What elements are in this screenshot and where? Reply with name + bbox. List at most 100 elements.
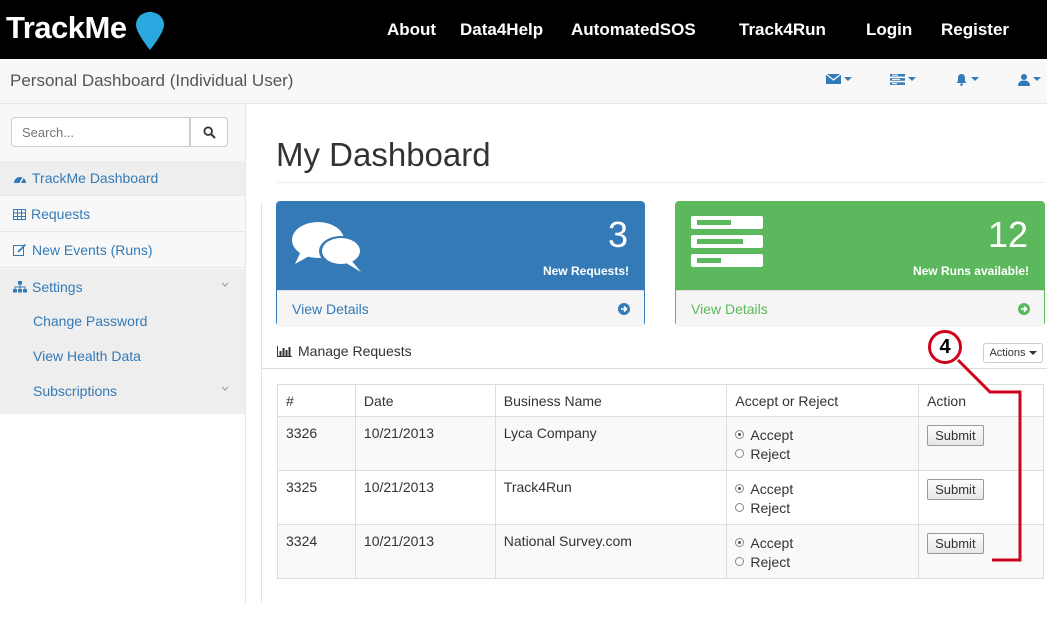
sitemap-icon	[13, 280, 27, 292]
nav-data4help[interactable]: Data4Help	[460, 20, 543, 40]
cell-business: National Survey.com	[494, 524, 728, 579]
radio-unchecked-icon	[735, 503, 745, 512]
cell-action: Submit	[918, 524, 1044, 579]
column-header-action: Action	[918, 384, 1044, 417]
cell-date: 10/21/2013	[354, 524, 496, 579]
tasks-icon	[890, 73, 905, 85]
accept-radio[interactable]: Accept	[735, 425, 910, 444]
runs-panel-heading: 12 New Runs available!	[676, 202, 1044, 290]
cell-business: Track4Run	[494, 470, 728, 525]
sidebar-item-view-health-data[interactable]: View Health Data	[33, 348, 141, 364]
comments-icon	[292, 222, 363, 272]
user-dropdown[interactable]	[1018, 71, 1041, 87]
nav-automatedsos[interactable]: AutomatedSOS	[571, 20, 696, 40]
nav-register[interactable]: Register	[941, 20, 1009, 40]
arrow-circle-right-icon	[1018, 303, 1030, 315]
annotation-callout-badge: 4	[928, 330, 962, 364]
view-details-link[interactable]: View Details	[691, 301, 768, 317]
search-input[interactable]	[11, 117, 190, 147]
column-header-accept-reject: Accept or Reject	[726, 384, 920, 417]
accept-radio[interactable]: Accept	[735, 533, 910, 552]
table-icon	[13, 208, 26, 220]
accept-label: Accept	[750, 426, 794, 443]
envelope-icon	[826, 74, 841, 84]
chevron-down-icon	[221, 282, 229, 287]
reject-radio[interactable]: Reject	[735, 444, 910, 463]
chevron-down-icon	[971, 77, 979, 81]
chevron-down-icon	[844, 77, 852, 81]
search-button[interactable]	[190, 117, 228, 147]
settings-submenu: Change Password View Health Data Subscri…	[0, 304, 245, 414]
column-header-business: Business Name	[494, 384, 728, 417]
view-details-link[interactable]: View Details	[292, 301, 369, 317]
reject-radio[interactable]: Reject	[735, 552, 910, 571]
requests-panel-heading: 3 New Requests!	[277, 202, 644, 290]
table-row: 3324 10/21/2013 National Survey.com Acce…	[277, 524, 1044, 579]
runs-caption: New Runs available!	[912, 264, 1029, 278]
arrow-circle-right-icon	[618, 303, 630, 315]
cell-accept-reject: Accept Reject	[726, 524, 920, 579]
submit-button[interactable]: Submit	[927, 479, 984, 500]
sidebar-item-trackme-dashboard[interactable]: TrackMe Dashboard	[0, 161, 245, 196]
cell-date: 10/21/2013	[354, 470, 496, 525]
table-row: 3326 10/21/2013 Lyca Company Accept Reje…	[277, 416, 1044, 471]
sidebar: TrackMe Dashboard Requests New Events (R…	[0, 104, 246, 414]
accept-radio[interactable]: Accept	[735, 479, 910, 498]
user-icon	[1018, 73, 1030, 86]
radio-checked-icon	[735, 484, 745, 493]
sidebar-search	[11, 117, 228, 149]
sidebar-item-subscriptions[interactable]: Subscriptions	[33, 383, 117, 399]
nav-login[interactable]: Login	[866, 20, 912, 40]
manage-requests-label: Manage Requests	[298, 343, 412, 359]
chevron-down-icon	[1028, 351, 1037, 355]
messages-dropdown[interactable]	[826, 71, 852, 87]
cell-date: 10/21/2013	[354, 416, 496, 471]
table-header-row: # Date Business Name Accept or Reject Ac…	[277, 384, 1044, 417]
cell-id: 3326	[277, 416, 356, 471]
sidebar-item-new-events[interactable]: New Events (Runs)	[0, 233, 245, 268]
requests-panel-footer[interactable]: View Details	[277, 290, 644, 327]
reject-label: Reject	[750, 499, 791, 516]
tasks-dropdown[interactable]	[890, 71, 916, 87]
radio-checked-icon	[735, 538, 745, 547]
submit-button[interactable]: Submit	[927, 425, 984, 446]
requests-caption: New Requests!	[542, 264, 629, 278]
sidebar-item-requests[interactable]: Requests	[0, 197, 245, 232]
dashboard-header: Personal Dashboard (Individual User)	[0, 59, 1047, 104]
radio-unchecked-icon	[735, 449, 745, 458]
actions-dropdown-button[interactable]: Actions	[983, 343, 1043, 363]
runs-panel: 12 New Runs available! View Details	[675, 201, 1045, 327]
runs-panel-footer[interactable]: View Details	[676, 290, 1044, 327]
nav-about[interactable]: About	[387, 20, 436, 40]
bell-icon	[956, 73, 967, 86]
sidebar-item-settings[interactable]: Settings	[0, 269, 245, 304]
accept-label: Accept	[750, 480, 794, 497]
brand-logo-text[interactable]: TrackMe	[6, 10, 127, 46]
location-pin-icon	[136, 12, 164, 50]
accept-label: Accept	[750, 534, 794, 551]
sidebar-item-label: TrackMe Dashboard	[32, 170, 159, 186]
edit-icon	[13, 244, 27, 256]
tasks-icon	[691, 216, 763, 267]
requests-count: 3	[607, 214, 628, 255]
cell-id: 3324	[277, 524, 356, 579]
requests-table: # Date Business Name Accept or Reject Ac…	[277, 384, 1044, 579]
manage-divider	[262, 368, 1047, 369]
sidebar-divider	[245, 414, 246, 604]
requests-panel: 3 New Requests! View Details	[276, 201, 645, 327]
cell-action: Submit	[918, 416, 1044, 471]
manage-requests-heading: Manage Requests	[277, 343, 412, 359]
top-navbar: TrackMe About Data4Help AutomatedSOS Tra…	[0, 0, 1047, 59]
sidebar-item-change-password[interactable]: Change Password	[33, 313, 147, 329]
chevron-down-icon	[1033, 77, 1041, 81]
submit-button[interactable]: Submit	[927, 533, 984, 554]
actions-label: Actions	[989, 347, 1026, 359]
dashboard-subtitle: Personal Dashboard (Individual User)	[10, 71, 294, 90]
sidebar-item-label: Requests	[31, 206, 91, 222]
runs-count: 12	[987, 214, 1028, 255]
reject-label: Reject	[750, 553, 791, 570]
alerts-dropdown[interactable]	[955, 71, 979, 87]
nav-track4run[interactable]: Track4Run	[739, 20, 826, 40]
cell-id: 3325	[277, 470, 356, 525]
reject-radio[interactable]: Reject	[735, 498, 910, 517]
